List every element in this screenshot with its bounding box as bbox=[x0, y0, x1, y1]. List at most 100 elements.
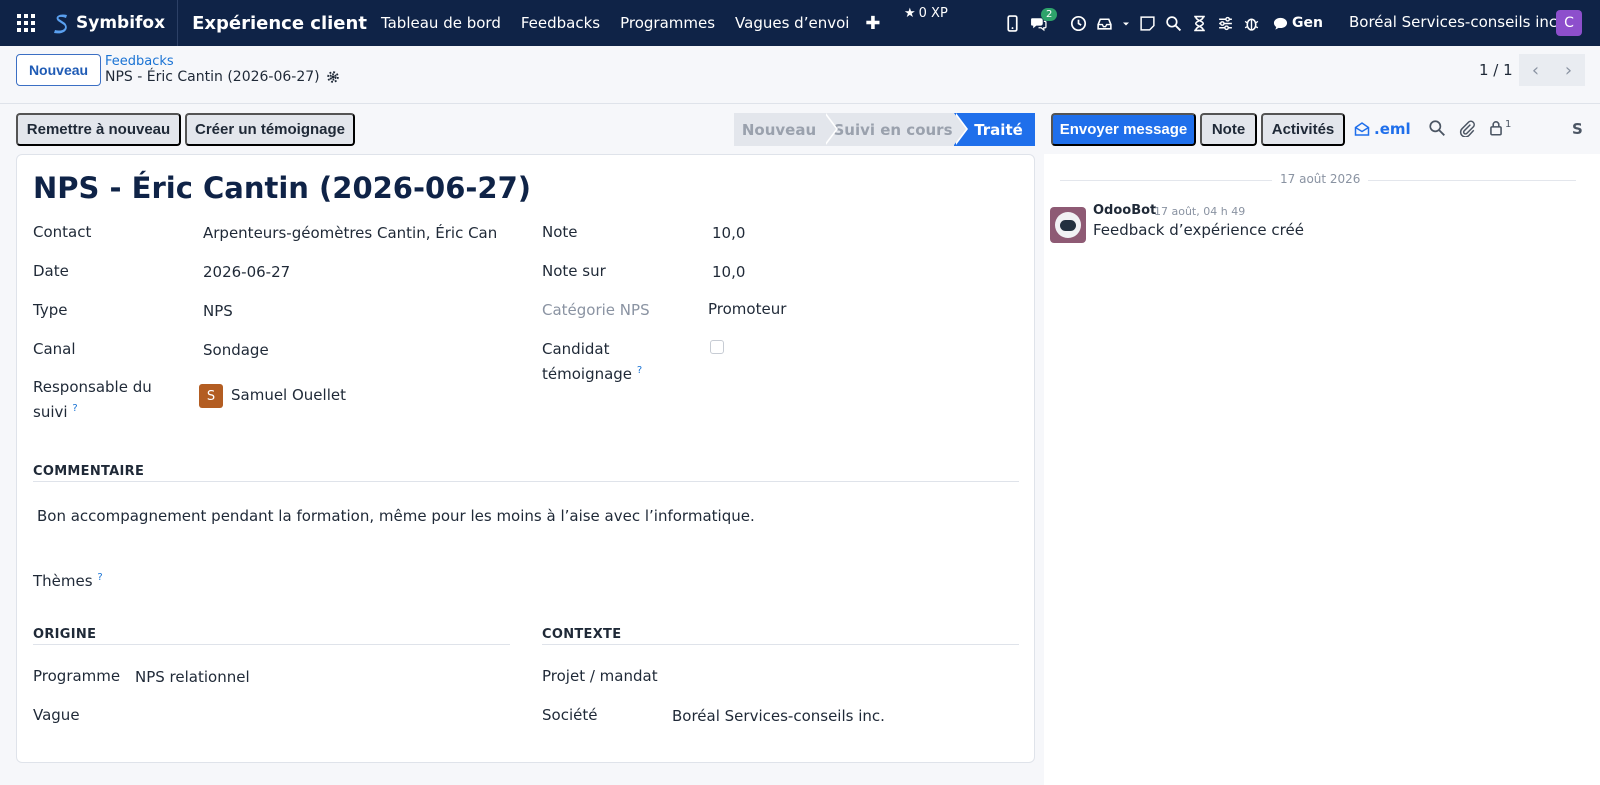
add-menu-icon[interactable]: ✚ bbox=[865, 13, 880, 34]
candidat-temoignage-checkbox[interactable] bbox=[710, 340, 724, 354]
odoobot-avatar[interactable] bbox=[1050, 207, 1086, 243]
chatter-panel: 17 août 2026 OdooBot 17 août, 04 h 49 Fe… bbox=[1044, 154, 1600, 785]
categorie-nps-label: Catégorie NPS bbox=[542, 301, 650, 319]
new-record-button[interactable]: Nouveau bbox=[16, 54, 101, 86]
candidat-label-line1: Candidat bbox=[542, 340, 610, 358]
contact-label: Contact bbox=[33, 223, 92, 241]
menu-tableau-de-bord[interactable]: Tableau de bord bbox=[381, 14, 501, 32]
contact-field[interactable]: Arpenteurs-géomètres Cantin, Éric Can bbox=[203, 224, 497, 242]
candidat-label-line2: témoignage bbox=[542, 365, 633, 383]
responsable-field[interactable]: Samuel Ouellet bbox=[231, 386, 346, 404]
stage-suivi-en-cours[interactable]: Suivi en cours bbox=[824, 113, 968, 146]
message-author[interactable]: OdooBot bbox=[1093, 203, 1156, 218]
sticky-note-icon[interactable] bbox=[1139, 15, 1156, 32]
gear-icon[interactable] bbox=[326, 70, 340, 84]
help-icon[interactable]: ? bbox=[97, 572, 102, 583]
reset-button[interactable]: Remettre à nouveau bbox=[16, 113, 181, 146]
pager-next-button[interactable]: › bbox=[1552, 54, 1585, 86]
robot-icon bbox=[1055, 212, 1081, 238]
stage-nouveau[interactable]: Nouveau bbox=[734, 113, 838, 146]
eml-import-button[interactable]: .eml bbox=[1354, 120, 1411, 138]
clock-icon[interactable] bbox=[1070, 15, 1087, 32]
origine-divider bbox=[33, 644, 510, 645]
pager-value[interactable]: 1 / 1 bbox=[1479, 61, 1513, 79]
societe-field[interactable]: Boréal Services-conseils inc. bbox=[672, 707, 885, 725]
societe-label: Société bbox=[542, 706, 598, 724]
origine-section-title: ORIGINE bbox=[33, 627, 97, 642]
responsable-label-line1: Responsable du bbox=[33, 378, 152, 396]
grid-icon bbox=[17, 14, 35, 32]
followers-count: 1 bbox=[1505, 118, 1512, 130]
status-bar: Nouveau Suivi en cours Traité bbox=[734, 113, 1035, 146]
commentaire-section-title: COMMENTAIRE bbox=[33, 464, 145, 479]
candidat-temoignage-label: Candidat témoignage ? bbox=[542, 339, 642, 385]
chatter-s-label[interactable]: S bbox=[1572, 120, 1583, 138]
date-label: Date bbox=[33, 262, 69, 280]
company-switcher[interactable]: Boréal Services-conseils inc. bbox=[1349, 13, 1562, 31]
commentaire-field[interactable]: Bon accompagnement pendant la formation,… bbox=[37, 507, 755, 525]
type-field[interactable]: NPS bbox=[203, 302, 233, 320]
note-sur-label: Note sur bbox=[542, 262, 606, 280]
symbifox-logo-icon bbox=[54, 14, 67, 34]
note-field[interactable]: 10,0 bbox=[712, 224, 745, 242]
sliders-icon[interactable] bbox=[1217, 15, 1234, 32]
help-icon[interactable]: ? bbox=[72, 403, 77, 414]
search-icon[interactable] bbox=[1165, 15, 1182, 32]
programme-field[interactable]: NPS relationnel bbox=[135, 668, 250, 686]
chat-count-badge: 2 bbox=[1041, 7, 1058, 21]
attachment-button[interactable] bbox=[1458, 119, 1476, 137]
themes-label-text: Thèmes bbox=[33, 572, 93, 590]
breadcrumb-feedbacks[interactable]: Feedbacks bbox=[105, 54, 174, 69]
search-icon bbox=[1429, 120, 1445, 136]
brand-logo[interactable]: Symbifox bbox=[52, 0, 179, 46]
eml-label: .eml bbox=[1374, 120, 1411, 138]
gen-assistant-button[interactable]: Gen bbox=[1273, 15, 1323, 31]
caret-down-icon[interactable] bbox=[1122, 15, 1130, 32]
vague-field[interactable] bbox=[135, 703, 505, 727]
note-sur-field[interactable]: 10,0 bbox=[712, 263, 745, 281]
chat-icon[interactable]: 2 bbox=[1030, 7, 1058, 32]
help-icon[interactable]: ? bbox=[637, 365, 642, 376]
control-panel: Nouveau Feedbacks NPS - Éric Cantin (202… bbox=[0, 46, 1600, 104]
top-navbar: Symbifox Expérience client Tableau de bo… bbox=[0, 0, 1600, 46]
log-note-button[interactable]: Note bbox=[1200, 113, 1257, 146]
type-label: Type bbox=[33, 301, 68, 319]
themes-label: Thèmes ? bbox=[33, 567, 103, 592]
message-body: Feedback d’expérience créé bbox=[1093, 221, 1304, 239]
responsable-label: Responsable du suivi ? bbox=[33, 377, 152, 423]
app-title[interactable]: Expérience client bbox=[192, 13, 367, 34]
hourglass-icon[interactable] bbox=[1191, 15, 1208, 32]
activities-button[interactable]: Activités bbox=[1261, 113, 1345, 146]
send-message-button[interactable]: Envoyer message bbox=[1051, 113, 1196, 146]
brand-name: Symbifox bbox=[76, 13, 166, 33]
user-avatar[interactable]: C bbox=[1556, 10, 1582, 36]
create-testimonial-button[interactable]: Créer un témoignage bbox=[185, 113, 355, 146]
chatter-search-button[interactable] bbox=[1428, 119, 1446, 137]
canal-field[interactable]: Sondage bbox=[203, 341, 269, 359]
pager-previous-button[interactable]: ‹ bbox=[1519, 54, 1552, 86]
responsable-label-line2: suivi bbox=[33, 403, 68, 421]
record-title[interactable]: NPS - Éric Cantin (2026-06-27) bbox=[33, 171, 531, 205]
menu-feedbacks[interactable]: Feedbacks bbox=[521, 14, 600, 32]
projet-mandat-field[interactable] bbox=[672, 664, 1017, 688]
followers-button[interactable]: 1 bbox=[1487, 119, 1511, 137]
chevron-left-icon: ‹ bbox=[1531, 59, 1540, 81]
menu-programmes[interactable]: Programmes bbox=[620, 14, 715, 32]
date-field[interactable]: 2026-06-27 bbox=[203, 263, 290, 281]
star-icon: ★ bbox=[904, 6, 916, 21]
gen-label: Gen bbox=[1292, 15, 1323, 31]
mobile-icon[interactable] bbox=[1004, 14, 1021, 32]
bug-icon[interactable] bbox=[1243, 15, 1260, 32]
themes-field[interactable] bbox=[113, 559, 433, 589]
message-timestamp: 17 août, 04 h 49 bbox=[1154, 205, 1246, 218]
categorie-nps-value: Promoteur bbox=[708, 300, 787, 318]
speech-bubble-icon bbox=[1273, 17, 1288, 30]
chevron-right-icon: › bbox=[1564, 59, 1573, 81]
inbox-icon[interactable] bbox=[1096, 15, 1113, 32]
app-menu-button[interactable] bbox=[0, 0, 52, 46]
menu-vagues-envoi[interactable]: Vagues d’envoi bbox=[735, 14, 849, 32]
xp-indicator[interactable]: ★ 0 XP bbox=[904, 6, 948, 21]
commentaire-divider bbox=[33, 481, 1019, 482]
canal-label: Canal bbox=[33, 340, 76, 358]
breadcrumb-current: NPS - Éric Cantin (2026-06-27) bbox=[105, 69, 340, 85]
